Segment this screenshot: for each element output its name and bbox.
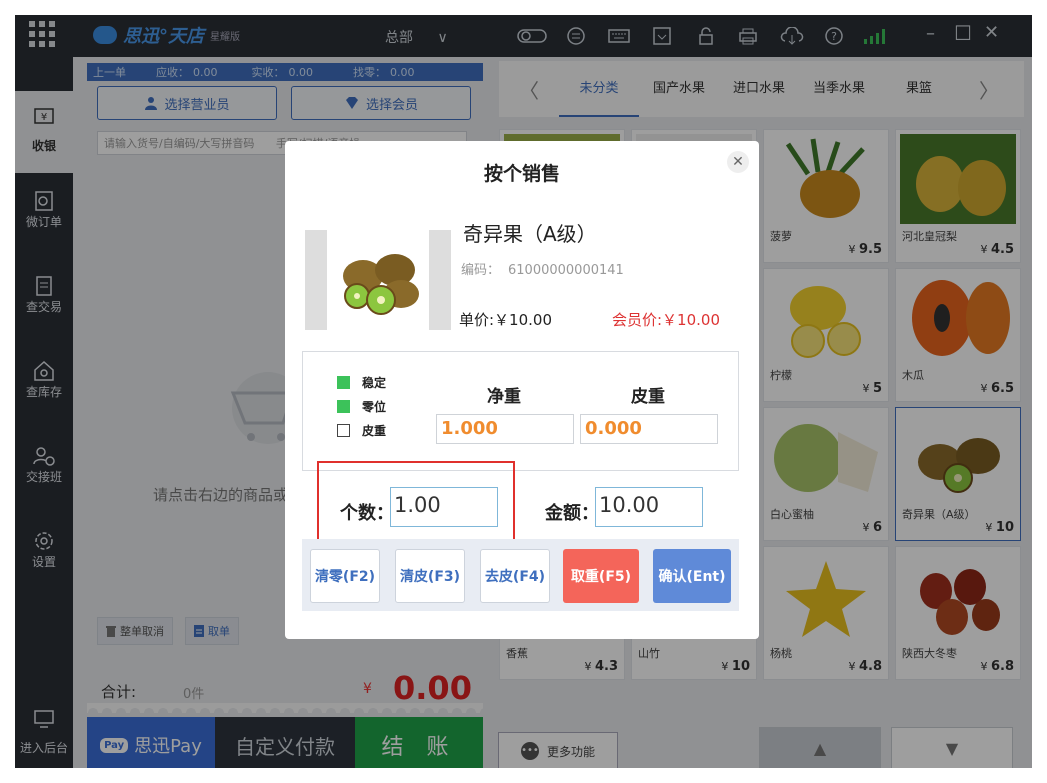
product-image-frame (305, 230, 451, 330)
member-price: 会员价:￥10.00 (612, 311, 720, 329)
kiwi-image (327, 230, 429, 330)
dialog-product-name: 奇异果（A级） (463, 222, 597, 246)
status-indicator-icon (337, 376, 350, 389)
sell-by-count-dialog: 按个销售 ✕ 奇异果（A级） 编码： 61000000000141 单价:￥10.… (285, 141, 759, 639)
status-zero-label: 零位 (362, 400, 387, 414)
net-weight-label: 净重 (487, 387, 521, 407)
tare-weight-label: 皮重 (631, 387, 665, 407)
pos-app: ¥ 收银 微订单 查交易 查库存 交接班 设置 进入后台 思迅°天店 星耀版 总… (15, 15, 1032, 768)
status-stable: 稳定 (337, 374, 386, 391)
status-stable-label: 稳定 (362, 376, 387, 390)
scale-panel: 稳定 零位 皮重 净重 皮重 1.000 0.000 (302, 351, 739, 471)
status-zero: 零位 (337, 398, 386, 415)
close-icon[interactable]: ✕ (727, 151, 749, 173)
status-indicator-icon (337, 424, 350, 437)
quantity-label: 个数： (340, 503, 394, 524)
amount-input[interactable]: 10.00 (595, 487, 703, 527)
clear-tare-button[interactable]: 清皮(F3) (395, 549, 465, 603)
net-weight-field[interactable]: 1.000 (436, 414, 574, 444)
unit-price: 单价:￥10.00 (459, 311, 552, 329)
confirm-button[interactable]: 确认(Ent) (653, 549, 731, 603)
amount-label: 金额： (545, 503, 599, 524)
dialog-actions: 清零(F2) 清皮(F3) 去皮(F4) 取重(F5) 确认(Ent) (302, 539, 739, 611)
status-tare: 皮重 (337, 422, 386, 439)
take-weight-button[interactable]: 取重(F5) (563, 549, 639, 603)
quantity-input[interactable]: 1.00 (390, 487, 498, 527)
status-indicator-icon (337, 400, 350, 413)
status-tare-label: 皮重 (362, 424, 387, 438)
product-code-value: 61000000000141 (508, 263, 624, 278)
set-tare-button[interactable]: 去皮(F4) (480, 549, 550, 603)
product-code: 编码： 61000000000141 (461, 259, 624, 278)
clear-zero-button[interactable]: 清零(F2) (310, 549, 380, 603)
product-code-label: 编码： (461, 263, 501, 278)
tare-weight-field[interactable]: 0.000 (580, 414, 718, 444)
dialog-title: 按个销售 (483, 163, 560, 185)
